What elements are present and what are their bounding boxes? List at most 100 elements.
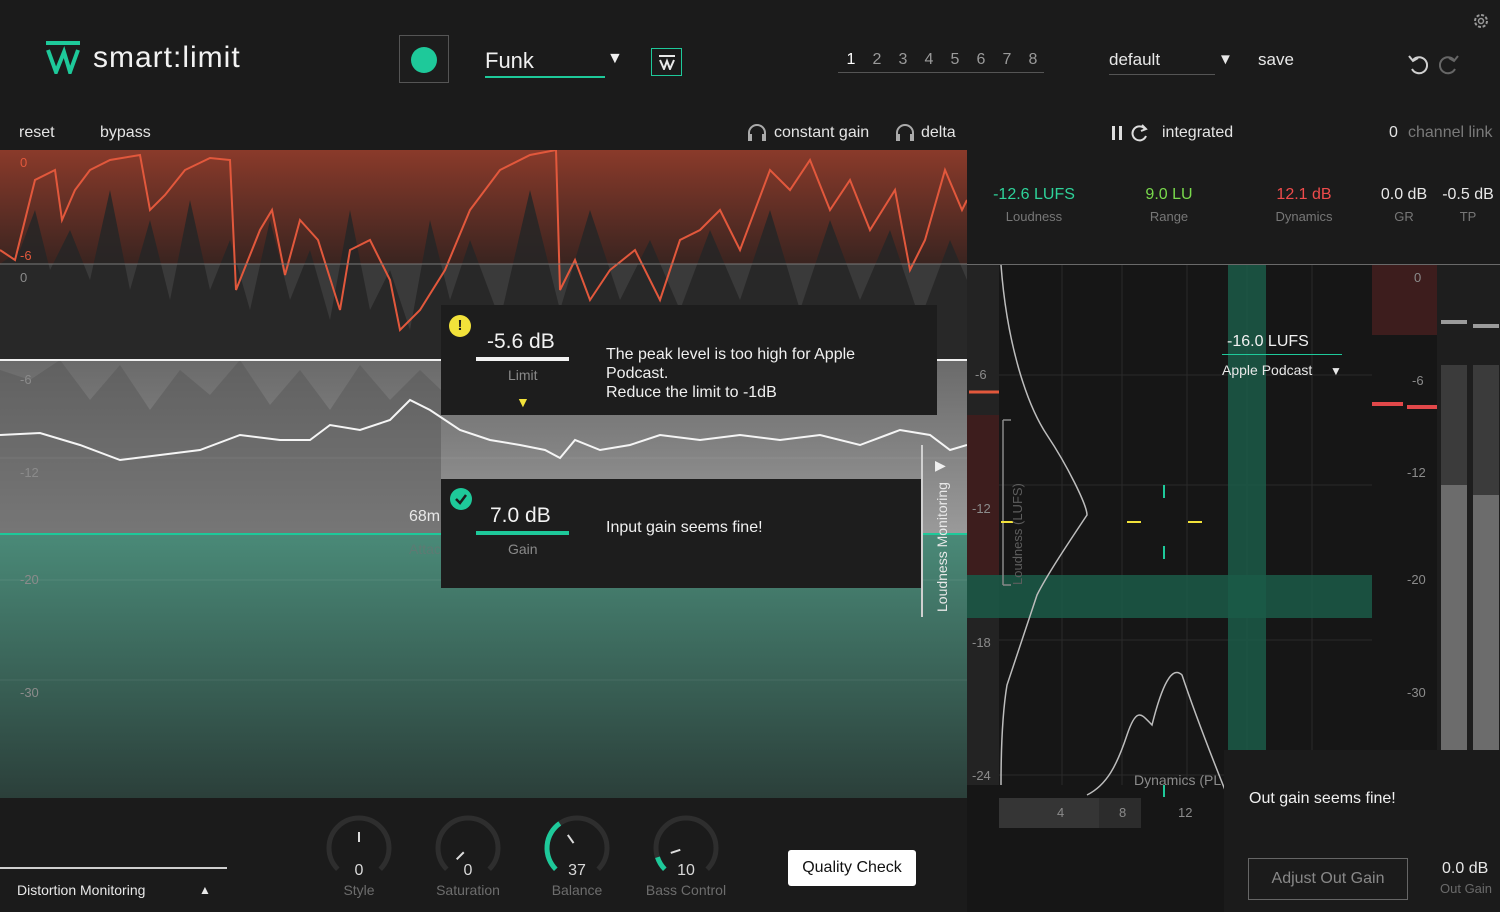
warning-icon: ! (449, 315, 471, 337)
loudness-panel: -12.6 LUFS Loudness 9.0 LU Range 12.1 dB… (967, 150, 1500, 912)
signal-peaks (0, 360, 441, 534)
range-value: 9.0 LU (1145, 186, 1193, 203)
profile-dropdown[interactable]: Funk ▼ (485, 47, 623, 78)
bypass-button[interactable]: bypass (100, 124, 151, 142)
channel-link-value[interactable]: 0 (1389, 124, 1398, 142)
suggestion-arrow-icon: ▼ (516, 394, 530, 410)
bass-control-label: Bass Control (645, 882, 727, 898)
db-label: -30 (20, 685, 39, 700)
header: smart:limit Funk ▼ 12345678 default ▼ sa… (0, 0, 1500, 110)
logo-icon (46, 41, 80, 74)
slot-underline (838, 72, 1044, 73)
check-icon (450, 488, 472, 510)
constant-gain-toggle[interactable]: constant gain (774, 124, 869, 142)
balance-label: Balance (551, 882, 603, 898)
dynamics-axis-label: Dynamics (PL (1134, 772, 1222, 788)
limit-slider[interactable] (476, 357, 569, 361)
chevron-down-icon: ▼ (1218, 51, 1233, 68)
power-button[interactable] (399, 35, 449, 83)
dynamics-tick: 8 (1119, 805, 1127, 820)
assistant-logo-icon (659, 55, 675, 70)
refresh-icon[interactable] (1130, 123, 1150, 143)
saturation-value: 0 (463, 862, 473, 879)
toolbar: reset bypass constant gain delta integra… (0, 110, 1500, 154)
knob-indicator (566, 834, 575, 844)
lufs-tick: -12 (972, 501, 991, 516)
bass-control-value: 10 (677, 862, 695, 879)
quality-check-button[interactable]: Quality Check (788, 850, 916, 886)
out-gain-value[interactable]: 0.0 dB (1442, 860, 1488, 878)
target-band-horizontal (967, 575, 1372, 618)
lufs-tick: -6 (975, 367, 987, 382)
reset-button[interactable]: reset (19, 124, 55, 142)
db-label: -20 (20, 572, 39, 587)
style-label: Style (343, 882, 375, 898)
preset-value: default (1109, 50, 1161, 69)
limit-tooltip: ! -5.6 dB Limit ▼ The peak level is too … (441, 305, 937, 415)
attack-label: Attac (409, 541, 441, 557)
profile-value: Funk (485, 48, 534, 73)
slot-5[interactable]: 5 (942, 51, 968, 69)
delta-toggle[interactable]: delta (921, 124, 956, 142)
slot-8[interactable]: 8 (1020, 51, 1046, 69)
db-label: 0 (20, 270, 28, 285)
channel-link-label: channel link (1408, 124, 1493, 141)
loudness-label: Loudness (1005, 209, 1063, 224)
gear-icon[interactable] (1471, 11, 1491, 31)
slot-6[interactable]: 6 (968, 51, 994, 69)
style-value: 0 (354, 862, 364, 879)
waveform-display (0, 150, 967, 798)
target-selector[interactable]: -16.0 LUFS Apple Podcast ▼ (1222, 330, 1342, 386)
limit-message-line: The peak level is too high for Apple (606, 346, 856, 363)
lufs-tick: -18 (972, 635, 991, 650)
out-tick: -20 (1407, 572, 1426, 587)
slot-3[interactable]: 3 (890, 51, 916, 69)
gr-label: GR (1394, 209, 1414, 224)
loudness-value: -12.6 LUFS (993, 186, 1075, 203)
db-label: -6 (20, 372, 32, 387)
limit-message: The peak level is too high for Apple Pod… (606, 345, 855, 402)
target-value: -16.0 LUFS (1227, 333, 1309, 350)
play-arrow-icon[interactable]: ▶ (935, 457, 946, 474)
slot-4[interactable]: 4 (916, 51, 942, 69)
gain-slider[interactable] (476, 531, 569, 535)
pause-icon[interactable] (1109, 124, 1125, 142)
attack-value[interactable]: 68m (409, 508, 440, 526)
gain-tooltip: 7.0 dB Gain Input gain seems fine! (441, 479, 922, 588)
limit-label: Limit (508, 367, 538, 383)
dynamics-value: 12.1 dB (1276, 186, 1332, 203)
dynamics-label: Dynamics (1275, 209, 1333, 224)
limit-value[interactable]: -5.6 dB (487, 330, 555, 354)
adjust-out-gain-button[interactable]: Adjust Out Gain (1248, 858, 1408, 900)
output-meters: 0 -6 -12 -20 -30 (1372, 265, 1500, 750)
out-gain-label: Out Gain (1440, 881, 1493, 896)
gr-meter (1372, 265, 1437, 335)
preset-dropdown[interactable]: default ▼ (1109, 50, 1234, 76)
slot-2[interactable]: 2 (864, 51, 890, 69)
integrated-mode[interactable]: integrated (1162, 124, 1233, 142)
gain-value[interactable]: 7.0 dB (490, 504, 551, 528)
loudness-monitoring-divider (921, 445, 923, 617)
assistant-button[interactable] (651, 48, 682, 76)
db-label: 0 (20, 155, 28, 170)
balance-value: 37 (568, 862, 586, 879)
undo-icon[interactable] (1407, 54, 1433, 76)
slot-1[interactable]: 1 (838, 51, 864, 69)
limit-message-line: Podcast. (606, 365, 669, 382)
save-button[interactable]: save (1258, 50, 1294, 70)
tp-label: TP (1459, 209, 1477, 224)
redo-icon[interactable] (1436, 54, 1462, 76)
chevron-down-icon: ▼ (607, 50, 623, 67)
loudness-monitoring-toggle[interactable]: Loudness Monitoring (934, 482, 950, 612)
slot-selector: 12345678 (838, 51, 1048, 73)
out-tick: 0 (1414, 270, 1422, 285)
knob-indicator (455, 851, 465, 861)
saturation-label: Saturation (436, 882, 500, 898)
slot-7[interactable]: 7 (994, 51, 1020, 69)
meter-readouts: -12.6 LUFS Loudness 9.0 LU Range 12.1 dB… (967, 150, 1500, 264)
loudness-axis-label: Loudness (LUFS) (1010, 483, 1025, 585)
lufs-tick: -24 (972, 768, 991, 783)
limiter-graph[interactable]: 0 -6 0 -6 -12 -20 -30 68m Attac ! -5.6 d… (0, 150, 967, 798)
target-underline (1222, 354, 1342, 355)
out-tick: -6 (1412, 373, 1424, 388)
